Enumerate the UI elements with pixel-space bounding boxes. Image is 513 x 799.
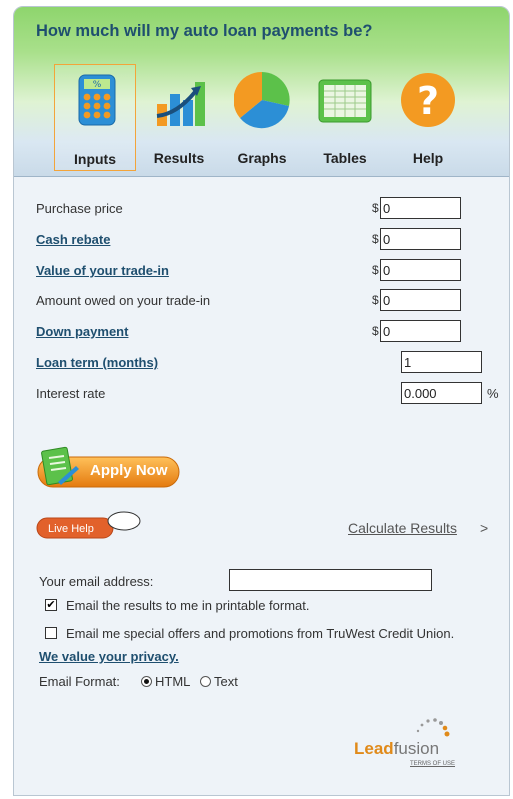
page-title: How much will my auto loan payments be? — [36, 22, 373, 40]
loan-term-input[interactable] — [401, 351, 482, 373]
tab-graphs-label: Graphs — [237, 150, 287, 166]
leadfusion-logo: Leadfusion TERMS OF USE — [354, 713, 469, 775]
format-html-label: HTML — [155, 674, 191, 689]
purchase-price-row: Purchase price $ — [36, 197, 496, 219]
interest-rate-input[interactable] — [401, 382, 482, 404]
special-offers-label: Email me special offers and promotions f… — [66, 626, 455, 641]
cash-rebate-link[interactable]: Cash rebate — [36, 232, 110, 247]
chat-bubble-icon — [107, 511, 141, 531]
format-text-radio[interactable] — [200, 676, 211, 687]
logo-dots-icon — [416, 718, 450, 737]
loan-calculator-widget: How much will my auto loan payments be? … — [13, 6, 510, 796]
tab-help[interactable]: ? Help — [387, 64, 469, 171]
down-payment-row: Down payment $ — [36, 320, 496, 342]
format-text-label: Text — [214, 674, 238, 689]
amount-owed-input[interactable] — [380, 289, 461, 311]
interest-rate-row: Interest rate % — [36, 382, 499, 404]
privacy-link[interactable]: We value your privacy. — [39, 649, 179, 664]
down-payment-input[interactable] — [380, 320, 461, 342]
tab-graphs[interactable]: Graphs — [221, 64, 303, 171]
pie-chart-icon — [234, 71, 290, 129]
svg-text:?: ? — [417, 79, 439, 123]
tab-inputs-label: Inputs — [74, 151, 116, 167]
interest-rate-label: Interest rate — [36, 386, 106, 401]
currency-prefix: $ — [372, 293, 379, 307]
trade-in-value-link[interactable]: Value of your trade-in — [36, 263, 169, 278]
logo-lead: Lead — [354, 739, 394, 758]
purchase-price-label: Purchase price — [36, 201, 123, 216]
printable-format-checkbox[interactable]: ✔ — [45, 599, 57, 611]
svg-text:%: % — [93, 80, 102, 90]
currency-prefix: $ — [372, 324, 379, 338]
trade-in-value-input[interactable] — [380, 259, 461, 281]
table-icon — [318, 79, 372, 123]
loan-term-link[interactable]: Loan term (months) — [36, 355, 158, 370]
logo-wordmark: Leadfusion — [354, 739, 439, 759]
logo-fusion: fusion — [393, 739, 440, 758]
purchase-price-input[interactable] — [380, 197, 461, 219]
calculate-arrow-icon: > — [480, 520, 489, 536]
percent-suffix: % — [487, 386, 499, 401]
down-payment-link[interactable]: Down payment — [36, 324, 128, 339]
tab-inputs[interactable]: % Inputs — [54, 64, 136, 171]
tab-help-label: Help — [412, 150, 444, 166]
calculator-icon: % — [78, 74, 116, 126]
tab-results[interactable]: Results — [138, 64, 220, 171]
amount-owed-row: Amount owed on your trade-in $ — [36, 289, 496, 311]
loan-term-row: Loan term (months) — [36, 351, 496, 373]
trade-in-value-row: Value of your trade-in $ — [36, 259, 496, 281]
question-icon: ? — [401, 73, 455, 127]
tab-tables[interactable]: Tables — [304, 64, 386, 171]
email-format-label: Email Format: — [39, 674, 120, 689]
special-offers-checkbox[interactable] — [45, 627, 57, 639]
terms-of-use-link[interactable]: TERMS OF USE — [410, 761, 455, 767]
tab-tables-label: Tables — [323, 150, 367, 166]
currency-prefix: $ — [372, 201, 379, 215]
currency-prefix: $ — [372, 232, 379, 246]
format-html-radio[interactable] — [141, 676, 152, 687]
email-label: Your email address: — [39, 574, 154, 589]
tab-results-label: Results — [153, 150, 205, 166]
currency-prefix: $ — [372, 263, 379, 277]
calculate-results-link[interactable]: Calculate Results — [348, 520, 457, 536]
cash-rebate-input[interactable] — [380, 228, 461, 250]
header: How much will my auto loan payments be? … — [14, 7, 509, 177]
apply-now-label: Apply Now — [90, 462, 168, 479]
live-help-label: Live Help — [48, 523, 94, 535]
cash-rebate-row: Cash rebate $ — [36, 228, 496, 250]
amount-owed-label: Amount owed on your trade-in — [36, 293, 211, 308]
printable-format-label: Email the results to me in printable for… — [66, 598, 310, 613]
email-input[interactable] — [229, 569, 432, 591]
bar-chart-icon — [156, 82, 205, 126]
